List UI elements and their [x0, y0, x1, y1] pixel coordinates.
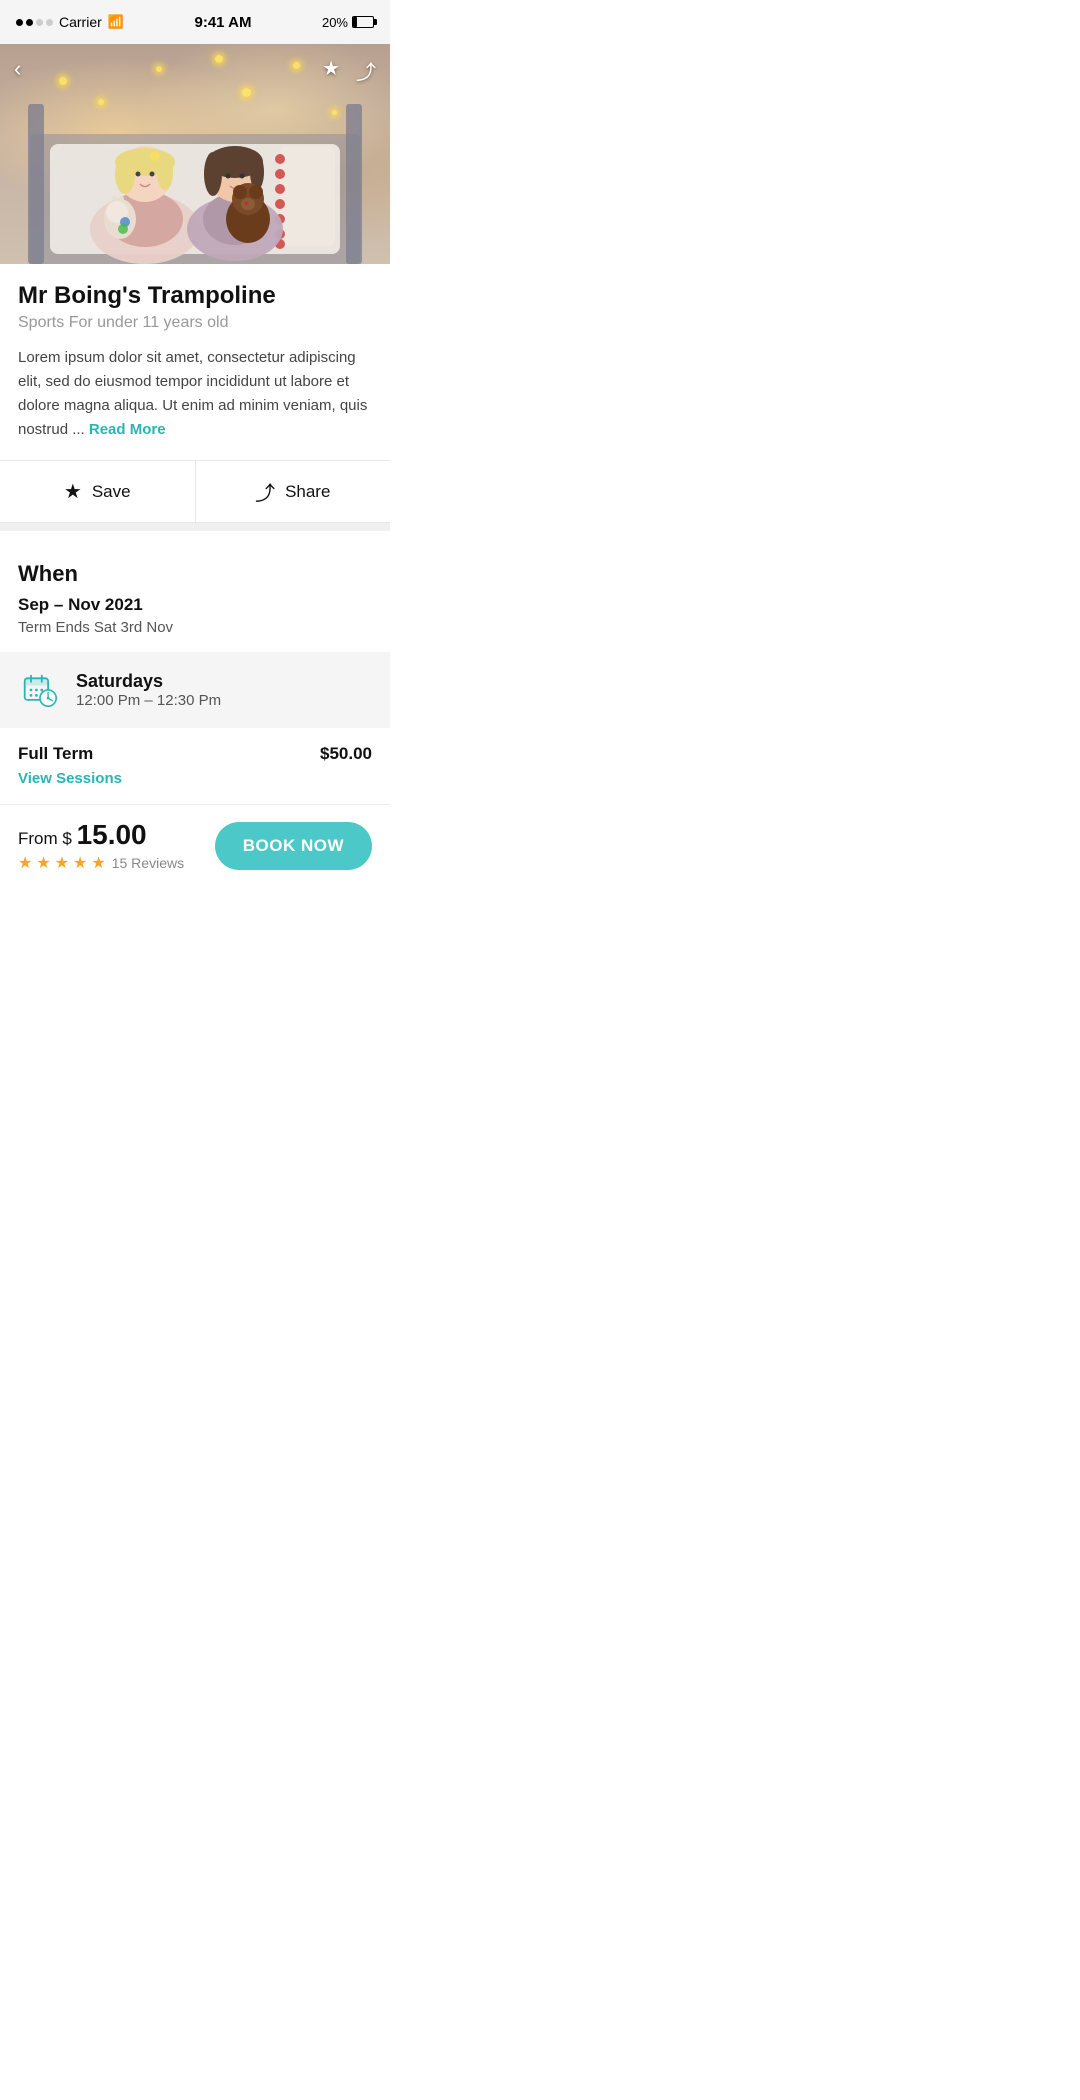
battery-icon	[352, 16, 374, 28]
star-4: ★	[73, 853, 87, 873]
schedule-day: Saturdays	[76, 671, 221, 692]
schedule-time: 12:00 Pm – 12:30 Pm	[76, 692, 221, 709]
carrier-label: Carrier	[59, 14, 102, 30]
calendar-icon-wrapper	[18, 668, 62, 712]
back-icon: ‹	[14, 56, 21, 81]
wifi-icon: 📶	[108, 14, 124, 30]
share-icon[interactable]: ⤴	[356, 56, 376, 85]
reviews-row: ★ ★ ★ ★ ★ 15 Reviews	[18, 853, 184, 873]
save-button[interactable]: ★ Save	[0, 461, 196, 522]
signal-dot-3	[36, 19, 43, 26]
term-end: Term Ends Sat 3rd Nov	[18, 619, 372, 636]
action-row: ★ Save ⤴ Share	[0, 460, 390, 523]
schedule-info: Saturdays 12:00 Pm – 12:30 Pm	[76, 671, 221, 709]
star-2: ★	[36, 853, 50, 873]
pricing-label: Full Term	[18, 744, 93, 764]
price-from-label: From $ 15.00	[18, 819, 184, 851]
signal-dot-4	[46, 19, 53, 26]
activity-description: Lorem ipsum dolor sit amet, consectetur …	[18, 346, 372, 442]
when-title: When	[18, 561, 372, 587]
calendar-clock-icon	[22, 672, 58, 708]
star-3: ★	[55, 853, 69, 873]
star-5: ★	[91, 853, 105, 873]
share-button[interactable]: ⤴ Share	[196, 461, 391, 522]
bottom-bar: From $ 15.00 ★ ★ ★ ★ ★ 15 Reviews BOOK N…	[0, 804, 390, 887]
price-value: 15.00	[77, 819, 147, 850]
price-from: From $ 15.00 ★ ★ ★ ★ ★ 15 Reviews	[18, 819, 184, 873]
section-divider	[0, 523, 390, 531]
nav-actions: ★ ⤴	[322, 56, 376, 85]
status-right: 20%	[322, 15, 374, 30]
activity-title: Mr Boing's Trampoline	[18, 282, 372, 310]
bookmark-icon[interactable]: ★	[322, 56, 340, 85]
status-left: Carrier 📶	[16, 14, 124, 30]
activity-subtitle: Sports For under 11 years old	[18, 314, 372, 332]
reviews-count: 15 Reviews	[112, 855, 184, 871]
signal-dot-2	[26, 19, 33, 26]
status-bar: Carrier 📶 9:41 AM 20%	[0, 0, 390, 44]
read-more-link[interactable]: Read More	[89, 421, 166, 438]
book-now-button[interactable]: BOOK NOW	[215, 822, 372, 870]
star-1: ★	[18, 853, 32, 873]
pricing-value: $50.00	[320, 744, 372, 764]
status-time: 9:41 AM	[194, 14, 251, 31]
battery-percent: 20%	[322, 15, 348, 30]
when-section: When Sep – Nov 2021 Term Ends Sat 3rd No…	[0, 541, 390, 652]
main-content: Mr Boing's Trampoline Sports For under 1…	[0, 264, 390, 523]
signal-dot-1	[16, 19, 23, 26]
pricing-row: Full Term $50.00	[18, 744, 372, 764]
view-sessions-link[interactable]: View Sessions	[18, 770, 122, 787]
schedule-card: Saturdays 12:00 Pm – 12:30 Pm	[0, 652, 390, 728]
pricing-section: Full Term $50.00 View Sessions	[0, 728, 390, 804]
back-button[interactable]: ‹	[14, 56, 21, 82]
save-icon: ★	[64, 479, 82, 504]
share-icon: ⤴	[255, 477, 275, 506]
date-range: Sep – Nov 2021	[18, 595, 372, 615]
hero-image: ♥ ‹ ★ ⤴	[0, 44, 390, 264]
svg-text:♥: ♥	[244, 199, 249, 208]
signal-dots	[16, 19, 53, 26]
